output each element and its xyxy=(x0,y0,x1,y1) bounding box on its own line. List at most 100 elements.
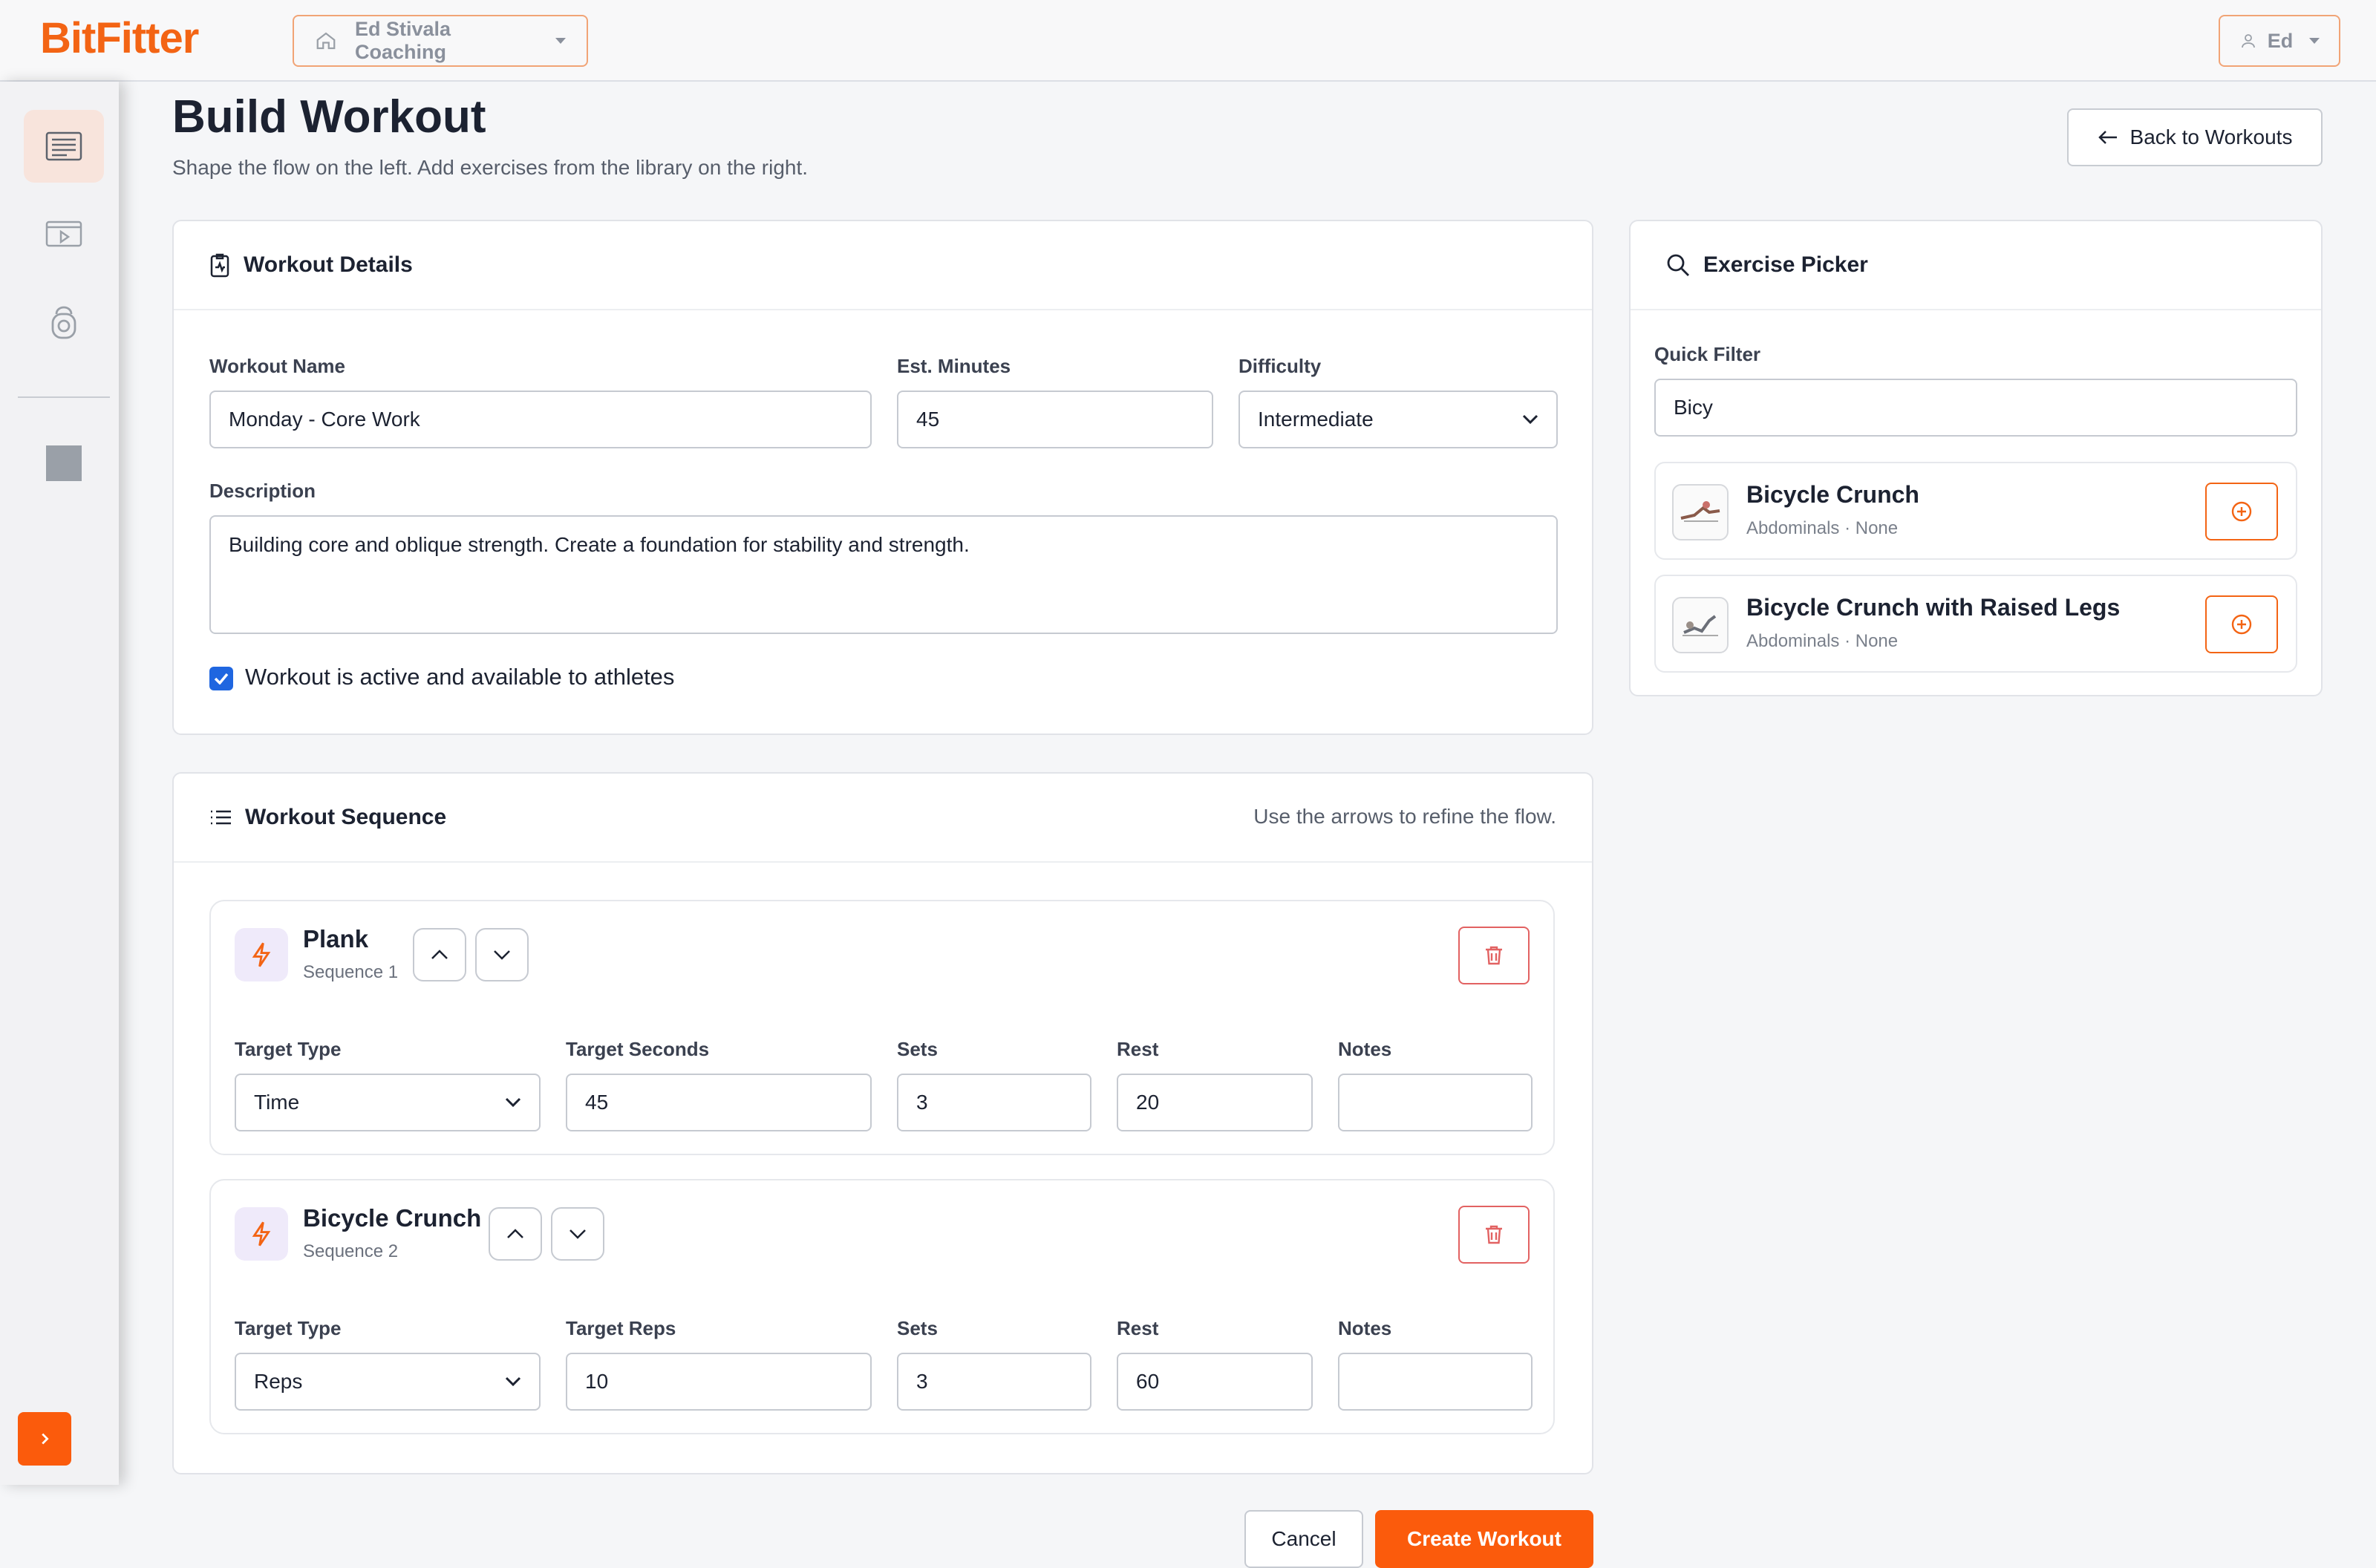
caret-down-icon xyxy=(555,38,566,44)
back-to-workouts-button[interactable]: Back to Workouts xyxy=(2067,108,2323,166)
rest-value: 60 xyxy=(1136,1370,1160,1393)
exercise-picker-card: Exercise Picker Quick Filter Bicy Bicycl… xyxy=(1629,220,2323,696)
lightning-icon xyxy=(252,942,271,967)
notes-label: Notes xyxy=(1338,1317,1392,1339)
sequence-exercise-name: Plank xyxy=(303,925,369,953)
sidebar-item-videos[interactable] xyxy=(24,197,104,270)
difficulty-value: Intermediate xyxy=(1258,408,1374,431)
est-minutes-label: Est. Minutes xyxy=(897,355,1011,377)
rest-input[interactable]: 20 xyxy=(1117,1074,1313,1131)
chevron-up-icon xyxy=(507,1229,523,1238)
sets-input[interactable]: 3 xyxy=(897,1074,1091,1131)
workout-details-title: Workout Details xyxy=(244,252,413,277)
workout-name-input[interactable]: Monday - Core Work xyxy=(209,391,872,448)
quick-filter-value: Bicy xyxy=(1674,396,1713,419)
notes-label: Notes xyxy=(1338,1038,1392,1060)
notes-input[interactable] xyxy=(1338,1074,1533,1131)
workout-name-label: Workout Name xyxy=(209,355,345,377)
target-type-select[interactable]: Time xyxy=(235,1074,541,1131)
arrow-left-icon xyxy=(2098,131,2117,144)
exercise-thumbnail xyxy=(1672,597,1729,653)
sidebar-placeholder-icon[interactable] xyxy=(46,445,82,481)
description-textarea[interactable]: Building core and oblique strength. Crea… xyxy=(209,515,1558,634)
notes-input[interactable] xyxy=(1338,1353,1533,1411)
user-menu[interactable]: Ed xyxy=(2219,15,2340,67)
exercise-thumbnail xyxy=(1672,484,1729,540)
target-input[interactable]: 45 xyxy=(566,1074,872,1131)
add-exercise-button[interactable] xyxy=(2205,595,2278,653)
clipboard-pulse-icon xyxy=(210,253,229,278)
lightning-icon xyxy=(252,1221,271,1247)
exercise-picker-title: Exercise Picker xyxy=(1703,252,1868,277)
trash-icon xyxy=(1486,1225,1502,1244)
bicycle-crunch-thumbnail-icon xyxy=(1680,501,1720,522)
quick-filter-input[interactable]: Bicy xyxy=(1654,379,2297,437)
exercise-type-badge xyxy=(235,928,288,981)
rest-value: 20 xyxy=(1136,1091,1160,1114)
active-checkbox-label[interactable]: Workout is active and available to athle… xyxy=(245,664,674,690)
active-checkbox[interactable] xyxy=(209,667,233,690)
exercise-result-item[interactable]: Bicycle Crunch with Raised Legs Abdomina… xyxy=(1654,575,2297,673)
sidebar-item-exercises[interactable] xyxy=(24,285,104,358)
plus-circle-icon xyxy=(2231,501,2252,522)
workout-name-value: Monday - Core Work xyxy=(229,408,420,431)
organization-select[interactable]: Ed Stivala Coaching xyxy=(293,15,588,67)
trash-icon xyxy=(1486,946,1502,965)
exercise-result-name: Bicycle Crunch with Raised Legs xyxy=(1746,594,2121,621)
target-type-value: Reps xyxy=(254,1370,303,1393)
cancel-button[interactable]: Cancel xyxy=(1244,1510,1363,1568)
sequence-item: Bicycle Crunch Sequence 2 Target Type Re… xyxy=(209,1179,1555,1434)
home-icon xyxy=(315,30,337,52)
create-workout-button[interactable]: Create Workout xyxy=(1375,1510,1593,1568)
sets-value: 3 xyxy=(916,1370,928,1393)
quick-filter-label: Quick Filter xyxy=(1654,343,1761,365)
delete-exercise-button[interactable] xyxy=(1458,927,1530,984)
exercise-result-item[interactable]: Bicycle Crunch Abdominals · None xyxy=(1654,462,2297,560)
target-type-label: Target Type xyxy=(235,1038,342,1060)
target-label: Target Seconds xyxy=(566,1038,710,1060)
page-subtitle: Shape the flow on the left. Add exercise… xyxy=(172,156,809,179)
move-down-button[interactable] xyxy=(551,1207,604,1261)
workouts-list-icon xyxy=(45,131,82,161)
est-minutes-input[interactable]: 45 xyxy=(897,391,1213,448)
sets-value: 3 xyxy=(916,1091,928,1114)
list-icon xyxy=(211,810,231,825)
target-label: Target Reps xyxy=(566,1317,676,1339)
target-type-select[interactable]: Reps xyxy=(235,1353,541,1411)
move-down-button[interactable] xyxy=(475,928,529,981)
sequence-number: Sequence 1 xyxy=(303,962,399,982)
move-up-button[interactable] xyxy=(413,928,466,981)
sidebar-item-workouts[interactable] xyxy=(24,110,104,183)
rest-input[interactable]: 60 xyxy=(1117,1353,1313,1411)
target-input[interactable]: 10 xyxy=(566,1353,872,1411)
chevron-down-icon xyxy=(505,1097,521,1108)
rest-label: Rest xyxy=(1117,1317,1159,1339)
target-type-value: Time xyxy=(254,1091,300,1114)
raised-legs-crunch-thumbnail-icon xyxy=(1683,615,1718,636)
chevron-down-icon xyxy=(569,1229,586,1239)
add-exercise-button[interactable] xyxy=(2205,483,2278,540)
organization-name: Ed Stivala Coaching xyxy=(355,18,451,63)
workout-details-header: Workout Details xyxy=(174,221,1592,310)
sequence-hint: Use the arrows to refine the flow. xyxy=(1253,805,1556,828)
top-bar: BitFitter Ed Stivala Coaching Ed xyxy=(0,0,2376,82)
video-library-icon xyxy=(45,220,82,247)
chevron-right-icon xyxy=(42,1433,49,1445)
app-logo[interactable]: BitFitter xyxy=(40,13,199,63)
user-icon xyxy=(2239,31,2257,50)
sequence-item: Plank Sequence 1 Target Type Time Target… xyxy=(209,900,1555,1155)
description-label: Description xyxy=(209,480,316,502)
est-minutes-value: 45 xyxy=(916,408,940,431)
delete-exercise-button[interactable] xyxy=(1458,1206,1530,1264)
back-to-workouts-label: Back to Workouts xyxy=(2129,125,2293,148)
exercise-result-name: Bicycle Crunch xyxy=(1746,481,1919,508)
move-up-button[interactable] xyxy=(489,1207,542,1261)
difficulty-select[interactable]: Intermediate xyxy=(1238,391,1558,448)
sequence-number: Sequence 2 xyxy=(303,1241,399,1261)
expand-sidebar-button[interactable] xyxy=(18,1412,71,1466)
target-type-label: Target Type xyxy=(235,1317,342,1339)
sets-input[interactable]: 3 xyxy=(897,1353,1091,1411)
difficulty-label: Difficulty xyxy=(1238,355,1322,377)
kettlebell-icon xyxy=(51,306,76,339)
exercise-picker-header: Exercise Picker xyxy=(1631,221,2321,310)
